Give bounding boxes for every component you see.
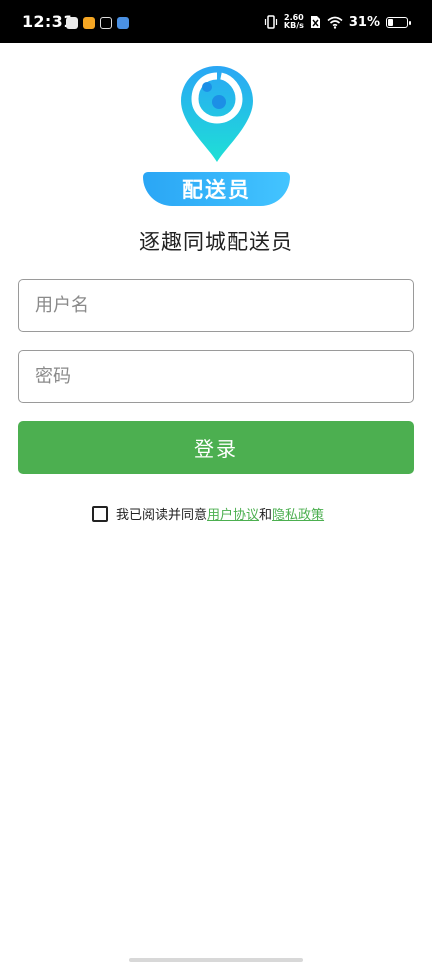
wifi-icon (327, 16, 343, 29)
username-field[interactable] (18, 279, 414, 332)
status-app-icons (66, 17, 129, 29)
tiktok-icon (100, 17, 112, 29)
weibo-icon (83, 17, 95, 29)
battery-percent: 31% (348, 14, 380, 30)
no-sim-icon (310, 16, 320, 28)
app-icon (117, 17, 129, 29)
message-icon (66, 17, 78, 29)
status-bar: 12:31 2.60 KB/s 31% (0, 0, 432, 43)
net-speed: 2.60 KB/s (283, 13, 304, 30)
battery-icon (386, 16, 411, 28)
agreement-conjunction: 和 (259, 508, 273, 523)
logo-banner-text: 配送员 (182, 178, 251, 202)
agree-checkbox[interactable] (92, 505, 108, 522)
status-right: 2.60 KB/s 31% (264, 13, 411, 30)
agreement-prefix: 我已阅读并同意 (116, 508, 208, 523)
vibrate-icon (264, 15, 277, 29)
battery-fill (388, 18, 393, 26)
app-title: 逐趣同城配送员 (139, 230, 293, 254)
privacy-policy-link[interactable]: 隐私政策 (272, 504, 324, 523)
username-input[interactable] (19, 280, 413, 331)
login-button[interactable]: 登录 (18, 421, 414, 474)
password-field[interactable] (18, 350, 414, 403)
agreement-row: 我已阅读并同意 用户协议 和 隐私政策 (92, 504, 324, 523)
logo-banner: 配送员 (143, 172, 290, 206)
home-indicator[interactable] (129, 958, 303, 962)
location-pin-icon (181, 66, 253, 162)
password-input[interactable] (19, 351, 413, 402)
app-logo: 配送员 (143, 64, 290, 206)
user-agreement-link[interactable]: 用户协议 (207, 504, 259, 523)
